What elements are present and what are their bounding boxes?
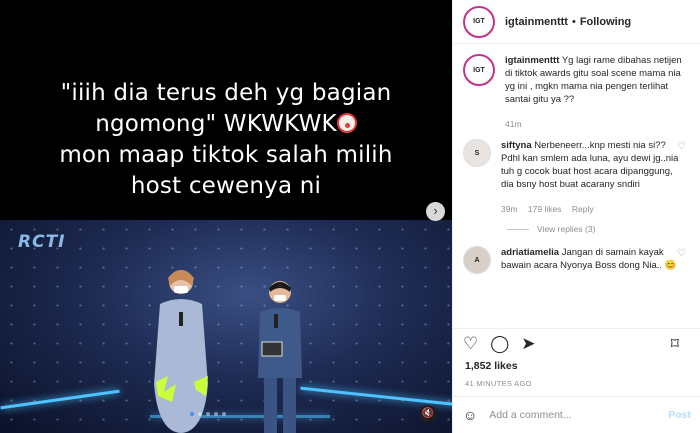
like-heart-icon[interactable]: ♡ [463, 334, 478, 354]
caption-line-3: mon maap tiktok salah milih [59, 142, 393, 168]
caption-line-2-wrap: ngomong" WKWKWK [0, 109, 452, 140]
comment-item: S siftyna Nerbeneerr...knp mesti nia si?… [463, 139, 690, 216]
carousel-dot [190, 412, 194, 416]
comment-input[interactable] [489, 409, 669, 421]
comment-body: adriatiamelia Jangan di samain kayak baw… [501, 246, 681, 274]
comment-body: siftyna Nerbeneerr...knp mesti nia si?? … [501, 139, 681, 216]
clown-face-icon [336, 113, 357, 133]
reply-button[interactable]: Reply [572, 204, 594, 214]
avatar-text: S [474, 149, 480, 157]
media-caption: "iiih dia terus deh yg bagian ngomong" W… [0, 78, 452, 202]
avatar[interactable]: S [463, 139, 491, 167]
comment-bubble-icon[interactable]: ◯ [490, 334, 509, 354]
next-media-button[interactable]: › [426, 202, 445, 221]
heart-icon[interactable]: ♡ [677, 141, 686, 152]
emoji-icon[interactable]: ☺ [463, 407, 477, 423]
comment-username[interactable]: siftyna [501, 140, 532, 151]
mute-icon[interactable]: 🔇 [419, 405, 437, 423]
comment-likes[interactable]: 179 likes [528, 204, 562, 214]
host-man-figure [258, 281, 302, 433]
post-sidebar: IGT igtainmenttt • Following IGT igtainm… [452, 0, 700, 433]
following-button[interactable]: Following [580, 16, 631, 28]
avatar[interactable]: A [463, 246, 491, 274]
stage-stars [0, 220, 452, 433]
post-time: 41 MINUTES AGO [465, 379, 532, 388]
caption-line-2: ngomong" WKWKWK [95, 111, 337, 137]
instagram-post-view: "iiih dia terus deh yg bagian ngomong" W… [0, 0, 700, 433]
avatar-text: IGT [473, 18, 485, 25]
share-send-icon[interactable]: ➤ [521, 334, 535, 354]
host-woman-figure [154, 270, 208, 433]
avatar[interactable]: IGT [463, 5, 495, 38]
carousel-dots [190, 412, 226, 416]
carousel-dot [206, 412, 210, 416]
comment-item: A adriatiamelia Jangan di samain kayak b… [463, 246, 690, 274]
comment-username[interactable]: igtainmenttt [505, 55, 559, 66]
avatar[interactable]: IGT [463, 54, 495, 86]
caption-line-4: host cewenya ni [130, 173, 322, 199]
stage-video-frame: RCTI [0, 220, 452, 433]
post-media[interactable]: "iiih dia terus deh yg bagian ngomong" W… [0, 0, 452, 433]
comment-body: igtainmenttt Yg lagi rame dibahas netije… [505, 54, 685, 131]
add-comment-bar: ☺ Post [453, 396, 700, 433]
header-username[interactable]: igtainmenttt [505, 16, 568, 28]
carousel-dot [198, 412, 202, 416]
carousel-dot [222, 412, 226, 416]
comments-list: IGT igtainmenttt Yg lagi rame dibahas ne… [453, 44, 700, 274]
comment-username[interactable]: adriatiamelia [501, 247, 559, 258]
likes-count[interactable]: 1,852 likes [465, 360, 518, 372]
caption-line-1: "iiih dia terus deh yg bagian [60, 80, 392, 106]
heart-icon[interactable]: ♡ [677, 248, 686, 259]
comment-time: 39m [501, 204, 518, 214]
comment-meta: 41m [505, 118, 685, 131]
comment-meta: 39m 179 likes Reply [501, 203, 681, 216]
action-bar: ♡ ◯ ➤ ⌑ [453, 328, 700, 358]
post-button[interactable]: Post [668, 409, 691, 421]
view-replies-link[interactable]: View replies (3) [507, 224, 690, 234]
separator-dot: • [571, 15, 576, 28]
avatar-text: A [474, 256, 480, 264]
comment-time: 41m [505, 119, 522, 129]
tv-channel-logo: RCTI [18, 232, 66, 252]
caption-comment: IGT igtainmenttt Yg lagi rame dibahas ne… [463, 54, 690, 131]
bookmark-icon[interactable]: ⌑ [671, 334, 679, 354]
avatar-text: IGT [473, 66, 485, 74]
post-header: IGT igtainmenttt • Following [453, 0, 700, 44]
carousel-dot [214, 412, 218, 416]
